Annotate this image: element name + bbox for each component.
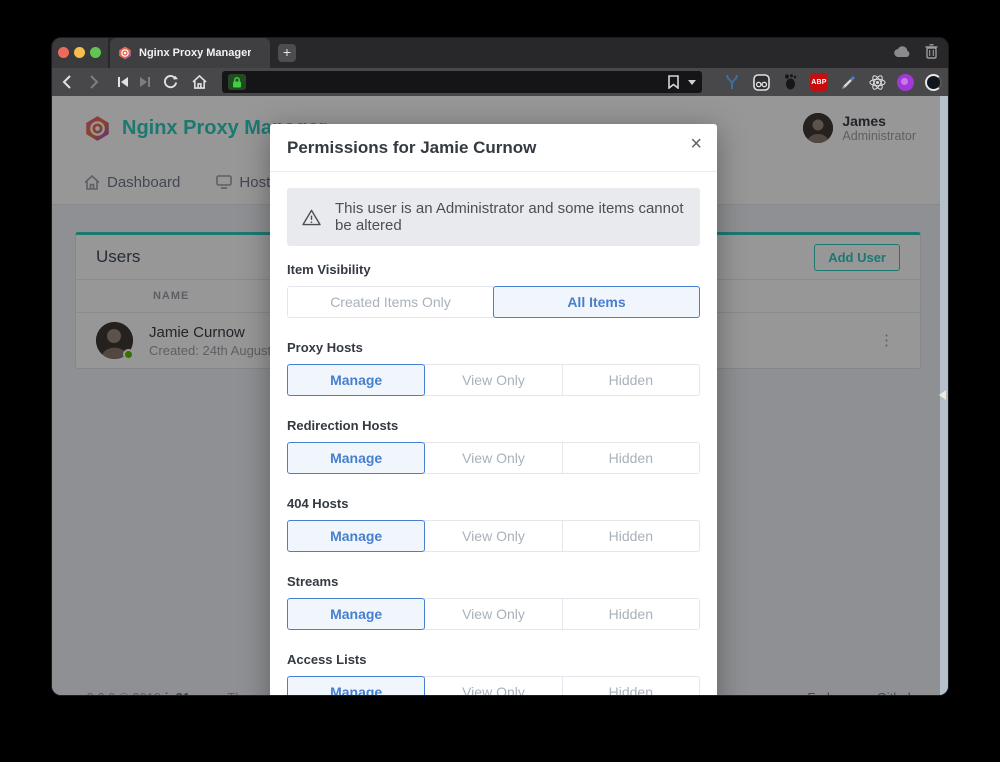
tab-favicon-npm-logo-icon (118, 46, 132, 60)
access-lists-manage-button[interactable]: Manage (287, 676, 425, 695)
streams-manage-button[interactable]: Manage (287, 598, 425, 630)
home-icon[interactable] (189, 68, 209, 96)
trash-icon[interactable] (925, 44, 938, 59)
skip-to-end-icon[interactable] (136, 68, 154, 96)
page-viewport: Nginx Proxy Manager James Administrator … (52, 96, 948, 695)
skip-to-start-icon[interactable] (114, 68, 132, 96)
visibility-all-items-button[interactable]: All Items (493, 286, 700, 318)
cloud-sync-icon[interactable] (893, 46, 911, 58)
streams-label: Streams (287, 574, 700, 590)
access-lists-hidden-button[interactable]: Hidden (562, 676, 700, 695)
purple-extension-icon[interactable] (897, 74, 914, 91)
404-hosts-group: Manage View Only Hidden (287, 520, 700, 552)
404-hosts-view-only-button[interactable]: View Only (424, 520, 562, 552)
bookmark-icon[interactable] (668, 75, 679, 89)
close-icon[interactable]: × (690, 134, 702, 154)
close-window-button[interactable] (58, 47, 69, 58)
new-tab-button[interactable]: + (278, 44, 296, 62)
minimize-window-button[interactable] (74, 47, 85, 58)
gnome-foot-extension-icon[interactable] (781, 73, 799, 91)
redirection-hosts-group: Manage View Only Hidden (287, 442, 700, 474)
bookmark-dropdown-caret-icon[interactable] (688, 80, 696, 85)
container-extension-icon[interactable] (752, 73, 770, 91)
proxy-hosts-group: Manage View Only Hidden (287, 364, 700, 396)
zoom-window-button[interactable] (90, 47, 101, 58)
access-lists-label: Access Lists (287, 652, 700, 668)
proxy-hosts-label: Proxy Hosts (287, 340, 700, 356)
redirection-hosts-view-only-button[interactable]: View Only (424, 442, 562, 474)
404-hosts-label: 404 Hosts (287, 496, 700, 512)
redirection-hosts-label: Redirection Hosts (287, 418, 700, 434)
https-lock-icon[interactable] (228, 74, 246, 90)
eyedropper-extension-icon[interactable] (839, 73, 857, 91)
404-hosts-manage-button[interactable]: Manage (287, 520, 425, 552)
proxy-hosts-hidden-button[interactable]: Hidden (562, 364, 700, 396)
modal-title: Permissions for Jamie Curnow (287, 138, 536, 157)
fork-extension-icon[interactable] (723, 73, 741, 91)
access-lists-view-only-button[interactable]: View Only (424, 676, 562, 695)
proxy-hosts-manage-button[interactable]: Manage (287, 364, 425, 396)
scroll-arrow-icon (939, 390, 946, 400)
redirection-hosts-hidden-button[interactable]: Hidden (562, 442, 700, 474)
streams-group: Manage View Only Hidden (287, 598, 700, 630)
item-visibility-label: Item Visibility (287, 262, 700, 278)
proxy-hosts-view-only-button[interactable]: View Only (424, 364, 562, 396)
permissions-modal: Permissions for Jamie Curnow × This user… (270, 124, 717, 695)
visibility-created-items-only-button[interactable]: Created Items Only (287, 286, 494, 318)
item-visibility-group: Created Items Only All Items (287, 286, 700, 318)
404-hosts-hidden-button[interactable]: Hidden (562, 520, 700, 552)
atom-devtools-extension-icon[interactable] (868, 73, 886, 91)
browser-tab[interactable]: Nginx Proxy Manager (110, 38, 270, 68)
forward-button[interactable] (84, 68, 104, 96)
admin-alert: This user is an Administrator and some i… (287, 188, 700, 246)
warning-triangle-icon (302, 209, 321, 226)
browser-tab-bar: Nginx Proxy Manager + (52, 38, 948, 68)
streams-view-only-button[interactable]: View Only (424, 598, 562, 630)
admin-alert-text: This user is an Administrator and some i… (335, 200, 685, 234)
adblock-plus-extension-icon[interactable]: ABP (810, 73, 828, 91)
access-lists-group: Manage View Only Hidden (287, 676, 700, 695)
browser-window: Nginx Proxy Manager + (52, 38, 948, 695)
dark-globe-extension-icon[interactable] (925, 74, 942, 91)
streams-hidden-button[interactable]: Hidden (562, 598, 700, 630)
url-bar[interactable] (222, 71, 702, 93)
reload-icon[interactable] (160, 68, 180, 96)
redirection-hosts-manage-button[interactable]: Manage (287, 442, 425, 474)
back-button[interactable] (56, 68, 76, 96)
browser-toolbar: ABP (52, 68, 948, 96)
tab-title: Nginx Proxy Manager (139, 47, 251, 59)
